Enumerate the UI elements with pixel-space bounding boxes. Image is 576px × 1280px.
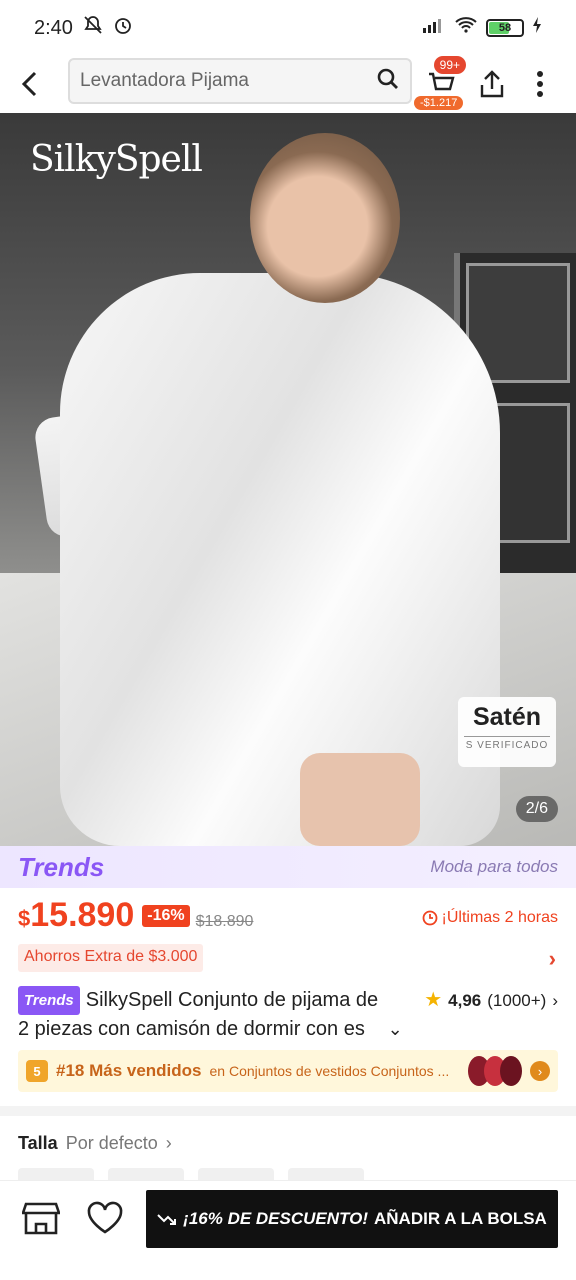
alarm-icon: [113, 15, 133, 41]
search-input[interactable]: [80, 70, 360, 92]
more-vertical-icon: [537, 71, 543, 97]
cart-count-badge: 99+: [433, 56, 466, 74]
store-button[interactable]: [18, 1195, 64, 1241]
image-pager: 2/6: [515, 796, 558, 822]
size-value: Por defecto: [65, 1133, 158, 1153]
chevron-right-icon: ›: [552, 991, 558, 1010]
search-icon[interactable]: [376, 67, 400, 96]
top-nav: 99+ -$1.217: [0, 56, 576, 112]
material-label: Satén: [472, 703, 542, 731]
price-amount: 15.890: [30, 896, 135, 934]
status-bar: 2:40 58: [0, 0, 576, 56]
material-verified: S VERIFICADO: [464, 736, 550, 751]
model-head-graphic: [250, 133, 400, 303]
battery-icon: 58: [486, 19, 524, 37]
product-rating[interactable]: ★ 4,96 (1000+) ›: [424, 986, 558, 1015]
clock-icon: [422, 910, 437, 926]
back-arrow-icon: [21, 71, 37, 97]
battery-level: 58: [498, 22, 512, 34]
chevron-right-icon: ›: [530, 1061, 550, 1081]
bestseller-category: en Conjuntos de vestidos Conjuntos ...: [209, 1063, 450, 1079]
trend-down-icon: [157, 1214, 177, 1225]
bestseller-rank: #18 Más vendidos: [56, 1061, 202, 1080]
trends-tag: Trends: [18, 986, 80, 1015]
countdown-timer: ¡Últimas 2 horas: [422, 909, 558, 927]
cta-promo-text: ¡16% DE DESCUENTO!: [183, 1209, 368, 1228]
trends-banner[interactable]: Trends Moda para todos: [0, 846, 576, 888]
trophy-icon: 5: [26, 1060, 48, 1082]
heart-icon: [87, 1201, 123, 1234]
share-button[interactable]: [472, 60, 512, 108]
status-time: 2:40: [34, 16, 73, 39]
discount-badge: -16%: [142, 905, 190, 927]
wishlist-button[interactable]: [82, 1195, 128, 1241]
trends-tagline: Moda para todos: [430, 857, 558, 876]
expand-title-chevron-icon[interactable]: ⌄: [388, 1019, 403, 1039]
share-icon: [480, 70, 504, 98]
bottom-action-bar: ¡16% DE DESCUENTO! AÑADIR A LA BOLSA: [0, 1180, 576, 1256]
countdown-text: ¡Últimas 2 horas: [441, 909, 558, 926]
chevron-right-icon[interactable]: ›: [549, 946, 556, 972]
size-label: Talla: [18, 1133, 58, 1153]
price-row: $ 15.890 -16% $18.890 ¡Últimas 2 horas: [18, 896, 558, 940]
review-count: (1000+): [487, 991, 547, 1010]
cart-button[interactable]: 99+ -$1.217: [414, 56, 466, 112]
bestseller-thumbnails: [468, 1056, 522, 1086]
mute-icon: [83, 15, 103, 41]
trends-logo: Trends: [18, 851, 105, 882]
back-button[interactable]: [0, 56, 60, 112]
store-icon: [22, 1202, 60, 1235]
material-badge: Satén S VERIFICADO: [458, 697, 556, 767]
signal-icon: [422, 16, 446, 40]
extra-savings-badge[interactable]: Ahorros Extra de $3.000: [18, 944, 204, 972]
search-box[interactable]: [68, 58, 412, 104]
product-title-line2: 2 piezas con camisón de dormir con es: [18, 1018, 365, 1040]
robe-graphic: [60, 273, 500, 846]
cart-price-badge: -$1.217: [414, 96, 464, 110]
bestseller-banner[interactable]: 5 #18 Más vendidos en Conjuntos de vesti…: [18, 1050, 558, 1092]
chevron-right-icon: ›: [165, 1133, 172, 1153]
gesture-bar: [0, 1256, 576, 1280]
cta-action-text: AÑADIR A LA BOLSA: [374, 1209, 547, 1228]
brand-logo: SilkySpell: [30, 139, 203, 180]
model-leg-graphic: [300, 753, 420, 846]
product-title-block: Trends SilkySpell Conjunto de pijama de …: [18, 986, 558, 1053]
product-title-line1: SilkySpell Conjunto de pijama de: [85, 989, 379, 1011]
section-divider: [0, 1106, 576, 1116]
wifi-icon: [454, 16, 478, 40]
size-selector-header[interactable]: Talla Por defecto ›: [18, 1133, 172, 1154]
price-currency: $: [18, 906, 31, 931]
original-price: $18.890: [195, 913, 254, 930]
add-to-bag-button[interactable]: ¡16% DE DESCUENTO! AÑADIR A LA BOLSA: [146, 1190, 558, 1248]
rating-value: 4,96: [448, 991, 482, 1010]
product-image-carousel[interactable]: SilkySpell Satén S VERIFICADO 2/6: [0, 113, 576, 846]
star-icon: ★: [424, 989, 443, 1011]
charging-icon: [532, 16, 542, 40]
more-options-button[interactable]: [520, 60, 560, 108]
